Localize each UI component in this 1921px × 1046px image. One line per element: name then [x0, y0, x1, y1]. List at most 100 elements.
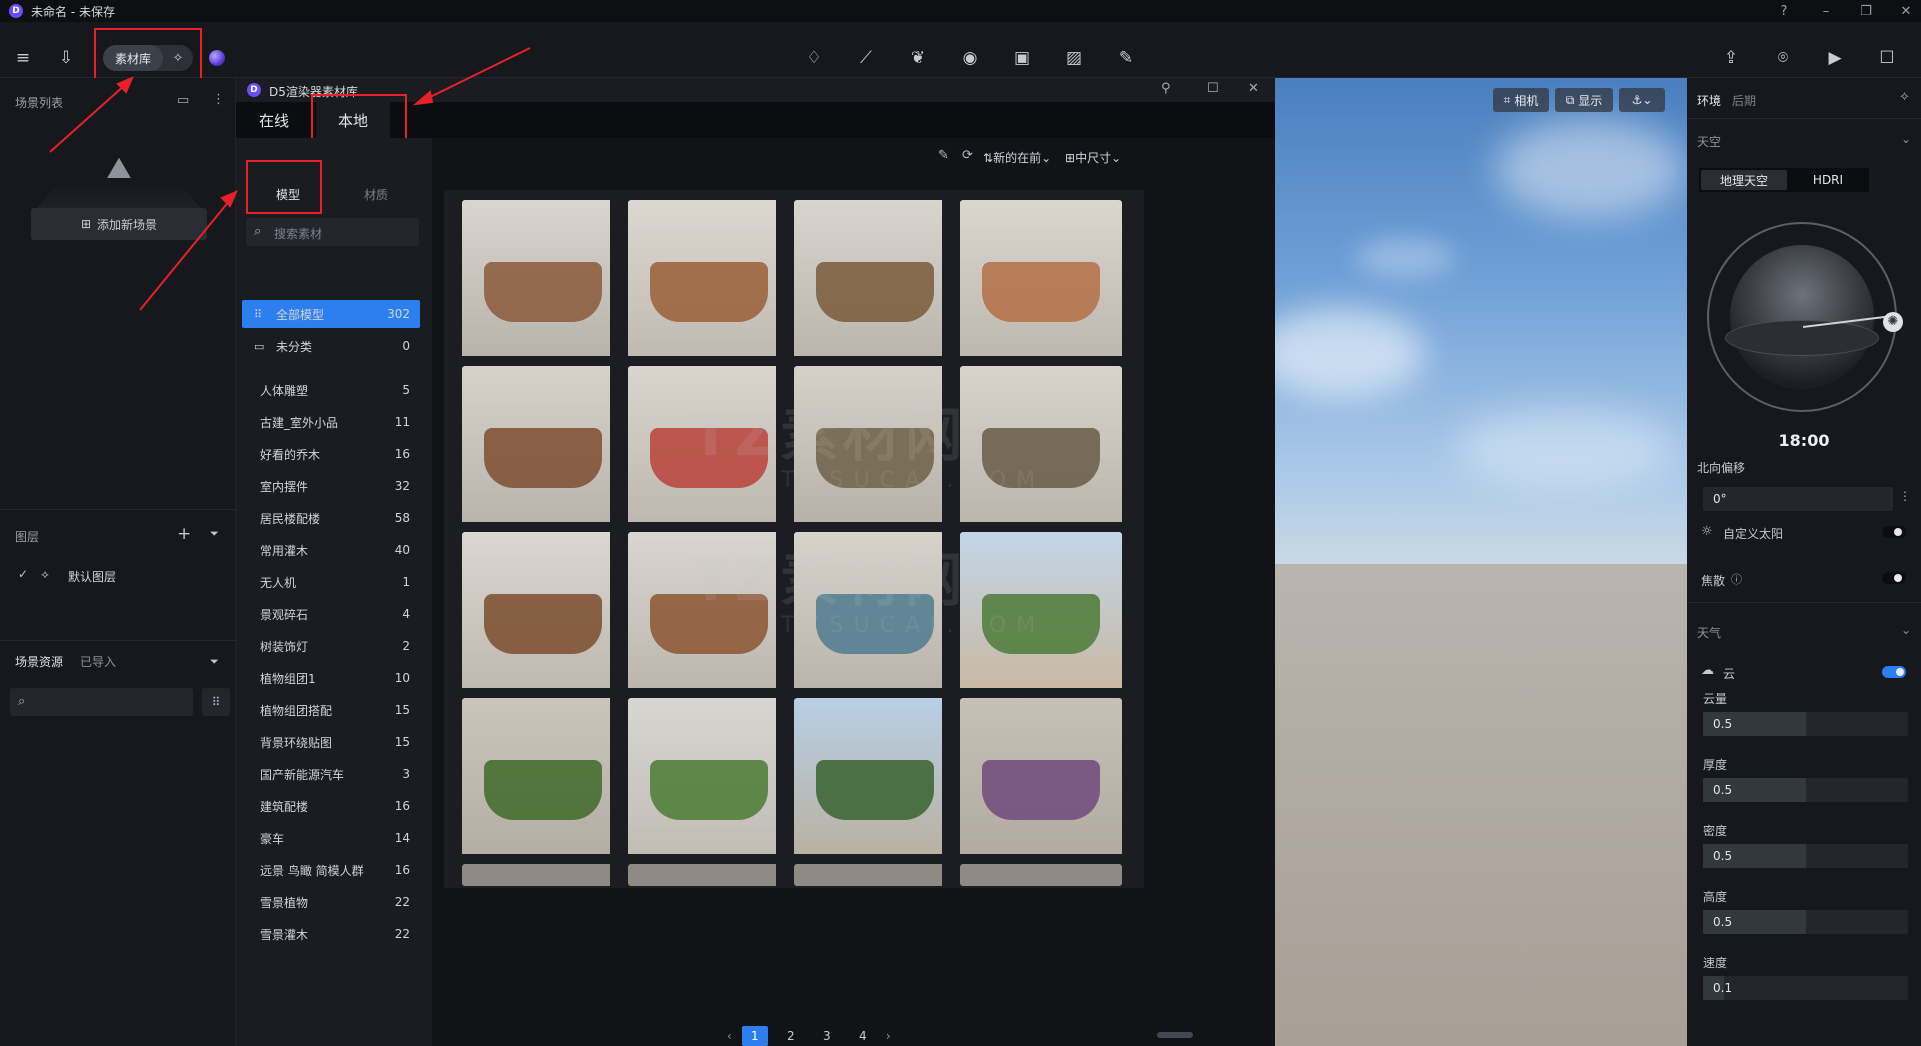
- fire-icon[interactable]: ◉: [956, 44, 984, 72]
- asset-library-window: D D5渲染器素材库 ⚲ ☐ ✕ 在线 本地 模型 材质 ⌕ 搜索素材 ⠿ 全部模…: [236, 78, 1275, 1046]
- asset-card[interactable]: [942, 854, 1144, 886]
- library-search-input[interactable]: ⌕ 搜索素材: [246, 218, 419, 246]
- grid-view-icon[interactable]: ⠿: [202, 688, 230, 716]
- tab-environment[interactable]: 环境: [1697, 92, 1721, 109]
- display-button[interactable]: ⧉ 显示: [1555, 88, 1613, 112]
- add-layer-icon[interactable]: +: [177, 524, 191, 544]
- geo-sky-option[interactable]: 地理天空: [1701, 170, 1787, 190]
- asset-model-preview: [982, 760, 1100, 820]
- category-count: 2: [402, 639, 410, 653]
- category-item[interactable]: 植物组团1 10: [242, 664, 420, 692]
- category-count: 15: [394, 703, 410, 717]
- menu-icon[interactable]: ≡: [9, 44, 37, 72]
- collapse-icon[interactable]: ⌄: [1901, 623, 1911, 637]
- scroll-handle[interactable]: [1157, 1032, 1193, 1038]
- refresh-icon[interactable]: ⟳: [962, 148, 973, 163]
- maximize-icon[interactable]: ☐: [1207, 81, 1219, 96]
- category-item[interactable]: 常用灌木 40: [242, 536, 420, 564]
- category-item[interactable]: 建筑配楼 16: [242, 792, 420, 820]
- category-item[interactable]: 古建_室外小品 11: [242, 408, 420, 436]
- minimize-button[interactable]: –: [1806, 0, 1846, 22]
- edit-icon[interactable]: ✎: [938, 148, 949, 163]
- north-offset-input[interactable]: 0°: [1703, 487, 1893, 511]
- filter-icon[interactable]: ⏷: [210, 655, 219, 669]
- path-tool-icon[interactable]: ⟋: [852, 44, 880, 72]
- sun-dial[interactable]: ✺: [1707, 222, 1903, 412]
- collapse-icon[interactable]: ⌄: [1901, 132, 1911, 146]
- pin-icon[interactable]: ⚲: [1161, 81, 1171, 96]
- category-item[interactable]: 无人机 1: [242, 568, 420, 596]
- screenshot-icon[interactable]: ▭: [177, 93, 189, 108]
- help-icon[interactable]: ?: [1764, 0, 1804, 22]
- leaf-icon[interactable]: ❦: [904, 44, 932, 72]
- category-item[interactable]: 景观碎石 4: [242, 600, 420, 628]
- page-button[interactable]: 1: [741, 1026, 768, 1046]
- more-icon[interactable]: ⋮: [212, 92, 225, 107]
- restore-button[interactable]: ❐: [1846, 0, 1886, 22]
- filter-icon[interactable]: ⏷: [210, 527, 219, 541]
- category-name: 雪景植物: [260, 895, 309, 910]
- category-item[interactable]: 雪景植物 22: [242, 888, 420, 916]
- hdri-option[interactable]: HDRI: [1789, 170, 1867, 190]
- more-icon[interactable]: ⋮: [1899, 489, 1911, 503]
- size-dropdown[interactable]: ⊞中尺寸⌄: [1065, 149, 1121, 166]
- page-button[interactable]: 2: [778, 1026, 804, 1046]
- anchor-button[interactable]: ⚓⌄: [1619, 88, 1665, 112]
- category-item[interactable]: 雪景灌木 22: [242, 920, 420, 948]
- category-item[interactable]: 室内摆件 32: [242, 472, 420, 500]
- param-slider[interactable]: 0.5: [1703, 910, 1908, 934]
- page-button[interactable]: 4: [850, 1026, 876, 1046]
- video-icon[interactable]: ▶: [1821, 44, 1849, 72]
- add-scene-button[interactable]: ⊞ 添加新场景: [31, 208, 207, 240]
- help-icon[interactable]: ⓘ: [1731, 571, 1742, 587]
- param-slider[interactable]: 0.5: [1703, 712, 1908, 736]
- camera-snapshot-icon[interactable]: ⌾: [1769, 44, 1797, 72]
- category-item[interactable]: 豪车 14: [242, 824, 420, 852]
- tab-post[interactable]: 后期: [1732, 92, 1756, 109]
- inbox-icon[interactable]: ☐: [1873, 44, 1901, 72]
- scene-assets-tab[interactable]: 场景资源: [15, 653, 63, 670]
- import-icon[interactable]: ⇩: [52, 44, 80, 72]
- category-item[interactable]: ▭ 未分类 0: [242, 332, 420, 360]
- param-slider[interactable]: 0.5: [1703, 778, 1908, 802]
- next-page-icon[interactable]: ›: [886, 1029, 891, 1043]
- category-item[interactable]: 国产新能源汽车 3: [242, 760, 420, 788]
- texture-icon[interactable]: ▨: [1060, 44, 1088, 72]
- tab-materials[interactable]: 材质: [346, 182, 406, 206]
- imported-tab[interactable]: 已导入: [80, 653, 116, 670]
- category-name: 植物组团1: [260, 671, 316, 686]
- page-button[interactable]: 3: [814, 1026, 840, 1046]
- box-tool-icon[interactable]: ▣: [1008, 44, 1036, 72]
- category-item[interactable]: 远景 鸟瞰 简模人群 16: [242, 856, 420, 884]
- sun-handle-icon[interactable]: ✺: [1883, 312, 1903, 332]
- sparkle-icon[interactable]: ✧: [1899, 90, 1910, 105]
- asset-search-input[interactable]: ⌕: [10, 688, 193, 716]
- prev-page-icon[interactable]: ‹: [727, 1029, 732, 1043]
- 3d-viewport[interactable]: ⌗ 相机 ⧉ 显示 ⚓⌄: [1275, 78, 1687, 1046]
- category-item[interactable]: 树装饰灯 2: [242, 632, 420, 660]
- tab-online[interactable]: 在线: [244, 102, 304, 138]
- sort-dropdown[interactable]: ⇅新的在前⌄: [983, 149, 1051, 166]
- custom-sun-toggle[interactable]: [1882, 526, 1906, 538]
- check-icon[interactable]: ✓: [18, 567, 28, 581]
- param-slider[interactable]: 0.1: [1703, 976, 1908, 1000]
- close-icon[interactable]: ✕: [1248, 81, 1259, 96]
- light-bulb-icon[interactable]: ♢: [800, 44, 828, 72]
- layer-icon: ⟡: [41, 567, 49, 581]
- camera-button[interactable]: ⌗ 相机: [1493, 88, 1549, 112]
- category-item[interactable]: 人体雕塑 5: [242, 376, 420, 404]
- category-item[interactable]: 好看的乔木 16: [242, 440, 420, 468]
- export-icon[interactable]: ⇪: [1717, 44, 1745, 72]
- category-item[interactable]: ⠿ 全部模型 302: [242, 300, 420, 328]
- close-window-button[interactable]: ✕: [1886, 0, 1921, 22]
- caustics-toggle[interactable]: [1882, 572, 1906, 584]
- ai-orb-icon[interactable]: [209, 50, 225, 66]
- brush-icon[interactable]: ✎: [1112, 44, 1140, 72]
- default-layer-label[interactable]: 默认图层: [68, 568, 116, 585]
- category-item[interactable]: 居民楼配楼 58: [242, 504, 420, 532]
- category-item[interactable]: 植物组团搭配 15: [242, 696, 420, 724]
- cloud-toggle[interactable]: [1882, 666, 1906, 678]
- param-slider[interactable]: 0.5: [1703, 844, 1908, 868]
- category-item[interactable]: 背景环绕贴图 15: [242, 728, 420, 756]
- asset-model-preview: [816, 262, 934, 322]
